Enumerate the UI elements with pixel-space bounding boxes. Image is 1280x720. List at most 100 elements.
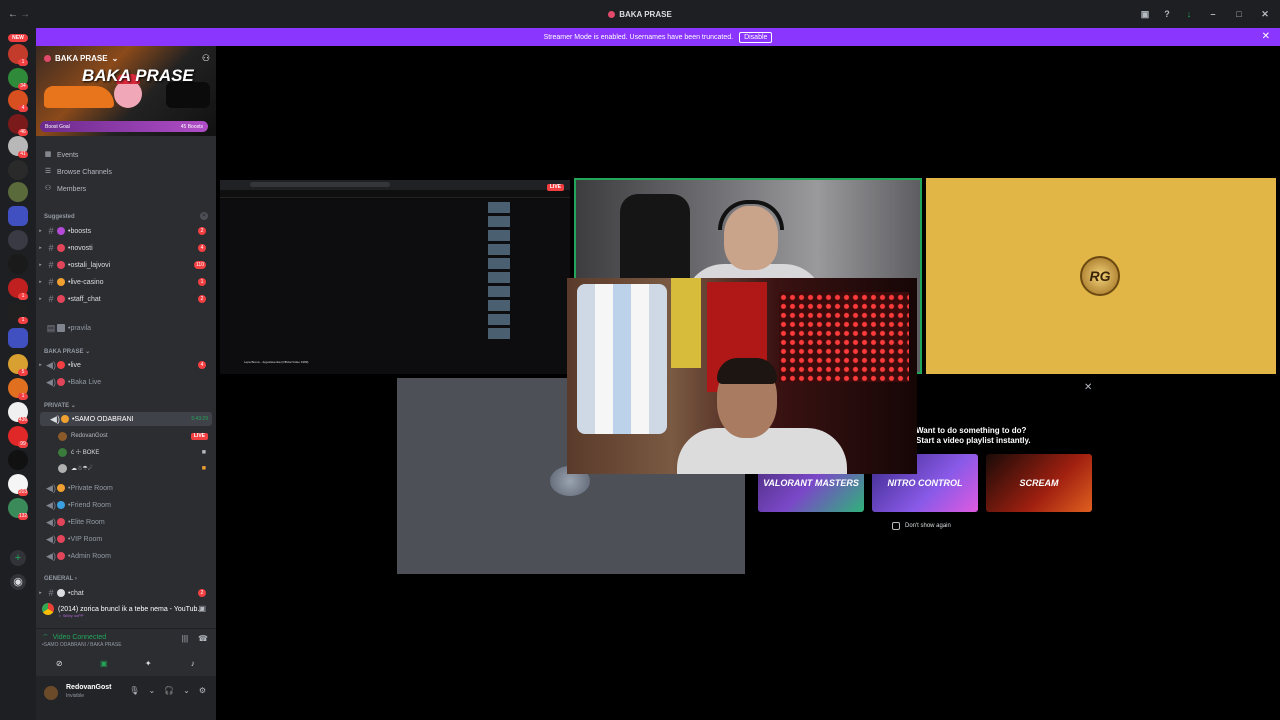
- server-icon[interactable]: [8, 160, 28, 180]
- channel-name: •SAMO ODABRANI: [72, 415, 134, 423]
- add-server-icon[interactable]: +: [10, 550, 26, 566]
- dont-show-again[interactable]: Don't show again: [892, 522, 951, 530]
- noise-suppression-icon[interactable]: |||: [182, 634, 188, 643]
- download-icon[interactable]: ↓: [1182, 7, 1196, 21]
- soundboard-button[interactable]: ♪: [173, 655, 212, 671]
- elite-icon: [57, 518, 65, 526]
- admin-icon: [57, 552, 65, 560]
- server-icon[interactable]: [8, 254, 28, 274]
- close-window-icon[interactable]: ✕: [1256, 7, 1274, 21]
- voice-member[interactable]: ☁☃☂☄ ■: [58, 462, 208, 474]
- channel-admin-room[interactable]: ◀) •Admin Room: [36, 549, 212, 563]
- channel-novosti[interactable]: ▸ # •novosti 4: [36, 241, 212, 255]
- activity-card-scream[interactable]: SCREAM: [986, 454, 1092, 512]
- popup-title: Want to do something to do? Start a vide…: [916, 426, 1031, 446]
- banner-close-icon[interactable]: ✕: [1262, 31, 1270, 42]
- channel-boosts[interactable]: ▸ # •boosts 2: [36, 224, 212, 238]
- server-badge: 34: [18, 83, 28, 90]
- text-channel-icon: #: [48, 277, 54, 287]
- shirt-image: [671, 278, 701, 368]
- server-banner[interactable]: BAKA PRASE ⌄ ⚇ BAKA PRASE Boost Goal 45 …: [36, 46, 216, 136]
- live-dot-icon: [57, 361, 65, 369]
- activities-button[interactable]: ✦: [129, 655, 168, 671]
- channel-baka-live[interactable]: ◀) •Baka Live: [36, 375, 212, 389]
- unread-badge: 4: [198, 244, 206, 252]
- category-private[interactable]: PRIVATE ⌄: [44, 402, 76, 409]
- disconnect-icon[interactable]: ☎: [198, 634, 208, 643]
- voice-channel-icon: ◀): [46, 533, 56, 544]
- close-popup-icon[interactable]: ✕: [1084, 382, 1092, 393]
- voice-channel-samo-odabrani[interactable]: ◀) •SAMO ODABRANI 5:43:29: [40, 412, 212, 426]
- gear-icon[interactable]: ⚙: [199, 686, 206, 695]
- disable-streamer-mode-button[interactable]: Disable: [739, 31, 773, 43]
- channel-ostali-lajvovi[interactable]: ▸ # •ostali_lajvovi 110: [36, 258, 212, 272]
- voice-member[interactable]: RedovanGost LIVE: [58, 430, 208, 442]
- server-badge: 1: [18, 293, 28, 300]
- channel-pravila[interactable]: ▤ •pravila: [36, 321, 212, 335]
- server-folder-icon[interactable]: [8, 206, 28, 226]
- rocket-icon: [57, 227, 65, 235]
- server-icon[interactable]: [8, 230, 28, 250]
- server-name[interactable]: BAKA PRASE ⌄: [44, 54, 118, 63]
- nav-browse-label: Browse Channels: [57, 168, 112, 176]
- category-baka-prase[interactable]: BAKA PRASE ⌄: [44, 348, 90, 355]
- signal-icon: ⌔: [42, 634, 49, 641]
- text-channel-icon: #: [48, 294, 54, 304]
- boost-goal-bar[interactable]: Boost Goal 45 Boosts: [40, 121, 208, 132]
- category-general[interactable]: GENERAL ›: [44, 576, 77, 582]
- inbox-icon[interactable]: ▣: [1138, 7, 1152, 21]
- username[interactable]: RedovanGost: [66, 684, 112, 691]
- avatar-tile[interactable]: RG: [926, 178, 1276, 374]
- channel-chat[interactable]: ▸ # •chat 2: [36, 586, 212, 600]
- maximize-icon[interactable]: □: [1230, 7, 1248, 21]
- voice-channel-path[interactable]: •SAMO ODABRANI / BAKA PRASE: [42, 642, 122, 648]
- voice-member[interactable]: ć ☩ BOKE ■: [58, 446, 208, 458]
- dont-show-checkbox[interactable]: [892, 522, 900, 530]
- stop-activity-icon[interactable]: ▣: [198, 604, 206, 613]
- nav-members[interactable]: ⚇ Members: [44, 182, 86, 196]
- voice-status[interactable]: ⌔ Video Connected: [42, 633, 106, 642]
- text-channel-icon: #: [48, 588, 54, 598]
- forward-arrow-icon[interactable]: →: [20, 9, 30, 20]
- help-icon[interactable]: ?: [1160, 7, 1174, 21]
- now-playing-activity[interactable]: (2014) zorica bruncl ik a tebe nema - Yo…: [36, 600, 216, 618]
- channel-private-room[interactable]: ◀) •Private Room: [36, 481, 212, 495]
- channel-live[interactable]: ▸ ◀) •live 4: [36, 358, 212, 372]
- channel-name: •VIP Room: [68, 535, 103, 543]
- chevron-down-icon[interactable]: ⌄: [148, 686, 155, 695]
- channel-friend-room[interactable]: ◀) •Friend Room: [36, 498, 212, 512]
- discover-icon[interactable]: ◉: [10, 574, 26, 590]
- microphone-icon[interactable]: 🎙: [129, 686, 139, 695]
- server-folder-icon[interactable]: [8, 328, 28, 348]
- stage-icon: ■: [201, 464, 206, 472]
- channel-live-casino[interactable]: ▸ # •live-casino 1: [36, 275, 212, 289]
- channel-vip-room[interactable]: ◀) •VIP Room: [36, 532, 212, 546]
- camera-off-button[interactable]: ⊘: [40, 655, 79, 671]
- webcam-person-hair: [717, 358, 777, 384]
- server-icon[interactable]: [8, 450, 28, 470]
- voice-connection-panel: ⌔ Video Connected •SAMO ODABRANI / BAKA …: [36, 628, 216, 676]
- channel-elite-room[interactable]: ◀) •Elite Room: [36, 515, 212, 529]
- minimize-icon[interactable]: –: [1204, 7, 1222, 21]
- camera-icon: ■: [201, 448, 206, 456]
- headphones-icon[interactable]: 🎧: [164, 686, 174, 695]
- server-badge: 1: [18, 59, 28, 66]
- screen-share-button[interactable]: ▣: [84, 655, 123, 671]
- nav-events[interactable]: ▦ Events: [44, 148, 79, 162]
- nav-browse-channels[interactable]: ☰ Browse Channels: [44, 165, 112, 179]
- staff-icon: [57, 295, 65, 303]
- webcam-tile-2[interactable]: [567, 278, 917, 474]
- category-suggested[interactable]: Suggested: [44, 214, 75, 220]
- screen-share-tile[interactable]: Lepa Brena - Jugoslavenka (Official Vide…: [220, 180, 570, 374]
- now-playing-title: (2014) zorica bruncl ik a tebe nema - Yo…: [58, 605, 204, 613]
- invite-people-icon[interactable]: ⚇: [202, 53, 210, 64]
- chevron-down-icon[interactable]: ⌄: [183, 686, 190, 695]
- webcam-person-body: [677, 428, 847, 474]
- unread-badge: 1: [198, 278, 206, 286]
- avatar[interactable]: [44, 686, 58, 700]
- server-icon[interactable]: [8, 182, 28, 202]
- back-arrow-icon[interactable]: ←: [8, 9, 18, 20]
- channel-staff-chat[interactable]: ▸ # •staff_chat 2: [36, 292, 212, 306]
- rules-channel-icon: ▤: [46, 322, 56, 333]
- dismiss-suggested-icon[interactable]: ✕: [200, 212, 208, 220]
